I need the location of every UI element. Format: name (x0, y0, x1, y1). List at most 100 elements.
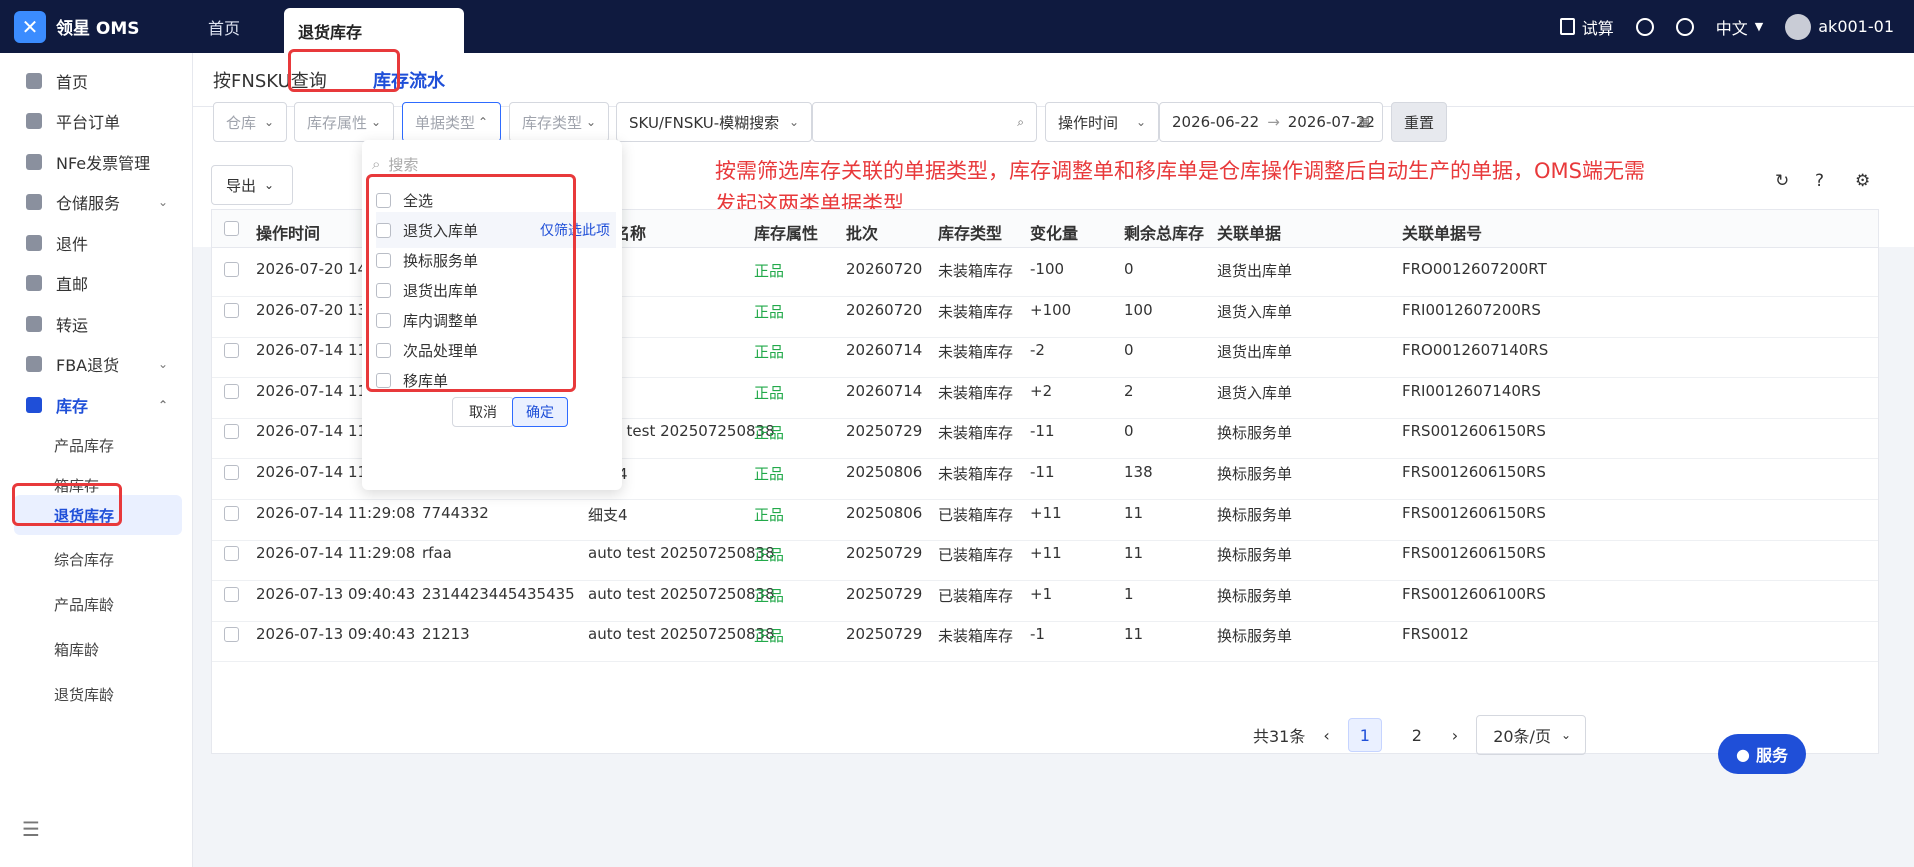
dropdown-cancel-button[interactable]: 取消 (452, 397, 514, 427)
sidebar-item-nfe[interactable]: NFe发票管理 (14, 142, 182, 182)
dropdown-confirm-button[interactable]: 确定 (512, 397, 568, 427)
sidebar-item-fba-returns[interactable]: FBA退货 ⌄ (14, 344, 182, 384)
cell-batch: 20260720 (846, 260, 923, 278)
table-row[interactable]: 2026-07-13 09:40:43 21213 auto test 202507… (212, 613, 1878, 663)
dropdown-search[interactable]: ⌕ 搜索 (372, 150, 612, 178)
sku-field-select[interactable]: SKU/FNSKU-模糊搜索 ⌄ (616, 102, 812, 142)
column-settings-icon[interactable]: ⚙ (1855, 171, 1870, 191)
sidebar-sub-return-stock[interactable]: 退货库存 (14, 495, 182, 535)
chevron-left-icon[interactable]: ‹ (1323, 726, 1329, 745)
top-tab-home[interactable]: 首页 (194, 0, 254, 53)
dropdown-option[interactable]: 移库单 (376, 362, 616, 398)
cell-delta: -2 (1030, 341, 1045, 360)
cell-batch: 20250729 (846, 544, 923, 563)
sidebar-sub-box-age[interactable]: 箱库龄 (14, 629, 182, 669)
stock-attr-select[interactable]: 库存属性 ⌄ (294, 102, 394, 142)
row-checkbox[interactable] (224, 262, 239, 277)
sidebar-sub-return-age[interactable]: 退货库龄 (14, 674, 182, 714)
option-checkbox[interactable] (376, 192, 391, 208)
row-checkbox[interactable] (224, 424, 239, 440)
logo[interactable]: ✕ 领星 OMS (0, 10, 194, 43)
only-filter-link[interactable]: 仅筛选此项 (540, 220, 610, 240)
option-checkbox[interactable] (376, 372, 391, 388)
settings-icon[interactable] (1675, 17, 1694, 36)
cell-sku: 21213 (422, 625, 470, 644)
cell-batch: 20250729 (846, 584, 923, 603)
doc-type-select[interactable]: 单据类型 ⌃ (402, 102, 501, 142)
stock-type-label: 库存类型 (522, 113, 583, 132)
select-all-checkbox[interactable] (224, 221, 239, 236)
page-2[interactable]: 2 (1400, 718, 1434, 752)
date-from: 2026-06-22 (1172, 113, 1260, 131)
download-icon[interactable] (1635, 17, 1654, 36)
header-stock-type: 库存类型 (938, 224, 1003, 243)
tab-stock-flow[interactable]: 库存流水 (373, 67, 445, 93)
time-field-select[interactable]: 操作时间 ⌄ (1045, 102, 1159, 142)
sidebar-item-label: 直邮 (56, 275, 89, 294)
warehouse-select[interactable]: 仓库 ⌄ (213, 102, 287, 142)
cell-remain: 100 (1124, 300, 1153, 319)
option-label: 次品处理单 (403, 341, 479, 360)
sidebar-item-returns[interactable]: 退件 (14, 223, 182, 263)
row-checkbox[interactable] (224, 383, 239, 399)
sidebar-item-transfer[interactable]: 转运 (14, 304, 182, 344)
sidebar-sub-combined-stock[interactable]: 综合库存 (14, 539, 182, 579)
export-label: 导出 (226, 176, 257, 195)
dropdown-search-input[interactable]: 搜索 (388, 154, 418, 175)
cell-remain: 0 (1124, 341, 1134, 360)
sidebar-item-platform-orders[interactable]: 平台订单 (14, 101, 182, 141)
cell-attr: 正品 (754, 302, 785, 321)
cell-docno: FRI0012607200RS (1402, 300, 1541, 319)
user-menu[interactable]: ak001-01 (1785, 13, 1894, 40)
cell-stype: 已装箱库存 (938, 505, 1014, 524)
trial-calc-button[interactable]: 试算 (1559, 15, 1614, 39)
sidebar-item-direct-mail[interactable]: 直邮 (14, 263, 182, 303)
row-checkbox[interactable] (224, 302, 239, 318)
option-checkbox[interactable] (376, 342, 391, 358)
chevron-down-icon: ▼ (1754, 20, 1764, 33)
option-checkbox[interactable] (376, 222, 391, 238)
sidebar-item-label: 转运 (56, 316, 89, 335)
collapse-menu-icon[interactable]: ☰ (22, 817, 40, 841)
row-checkbox[interactable] (224, 586, 239, 602)
chevron-right-icon[interactable]: › (1452, 726, 1458, 745)
stock-attr-label: 库存属性 (307, 113, 368, 132)
reset-button[interactable]: 重置 (1391, 102, 1447, 142)
sidebar-sub-product-stock[interactable]: 产品库存 (14, 425, 182, 465)
sku-field-label: SKU/FNSKU-模糊搜索 (629, 113, 780, 132)
page-size-select[interactable]: 20条/页 ⌄ (1476, 715, 1587, 755)
sku-search-input[interactable]: ⌕ (812, 102, 1037, 142)
date-range-picker[interactable]: 2026-06-22 → 2026-07-22 ▦ (1159, 102, 1383, 142)
export-button[interactable]: 导出 ⌄ (211, 165, 293, 205)
subtabs: 按FNSKU查询 库存流水 (193, 53, 1914, 107)
refresh-icon[interactable]: ↻ (1775, 171, 1789, 191)
cell-attr: 正品 (754, 383, 785, 402)
row-checkbox[interactable] (224, 546, 239, 562)
header-delta: 变化量 (1030, 224, 1079, 243)
cell-remain: 11 (1124, 544, 1144, 563)
sidebar: 首页 平台订单 NFe发票管理 仓储服务 ⌄ 退件 直邮 转运 FBA退货 ⌄ 库存… (0, 53, 193, 867)
row-checkbox[interactable] (224, 343, 239, 359)
cell-doc: 退货入库单 (1217, 302, 1293, 321)
row-checkbox[interactable] (224, 505, 239, 521)
top-tab-return-stock[interactable]: 退货库存 (284, 8, 465, 53)
page-1[interactable]: 1 (1347, 718, 1382, 752)
help-icon[interactable]: ? (1815, 171, 1824, 191)
row-checkbox[interactable] (224, 627, 239, 643)
sidebar-item-warehouse[interactable]: 仓储服务 ⌄ (14, 182, 182, 222)
cell-remain: 138 (1124, 463, 1153, 481)
service-button[interactable]: ● 服务 (1718, 734, 1806, 774)
sidebar-item-inventory[interactable]: 库存 ⌃ (14, 385, 182, 425)
option-checkbox[interactable] (376, 312, 391, 328)
stock-type-select[interactable]: 库存类型 ⌄ (509, 102, 609, 142)
sidebar-item-home[interactable]: 首页 (14, 61, 182, 101)
language-select[interactable]: 中文 ▼ (1716, 15, 1763, 39)
chevron-down-icon: ⌄ (370, 115, 381, 129)
cell-time: 2026-07-13 09:40:43 (256, 584, 416, 603)
sidebar-item-label: 退件 (56, 235, 89, 254)
tab-fnsku-query[interactable]: 按FNSKU查询 (213, 67, 327, 93)
sidebar-sub-product-age[interactable]: 产品库龄 (14, 584, 182, 624)
option-checkbox[interactable] (376, 282, 391, 298)
row-checkbox[interactable] (224, 465, 239, 480)
option-checkbox[interactable] (376, 252, 391, 268)
